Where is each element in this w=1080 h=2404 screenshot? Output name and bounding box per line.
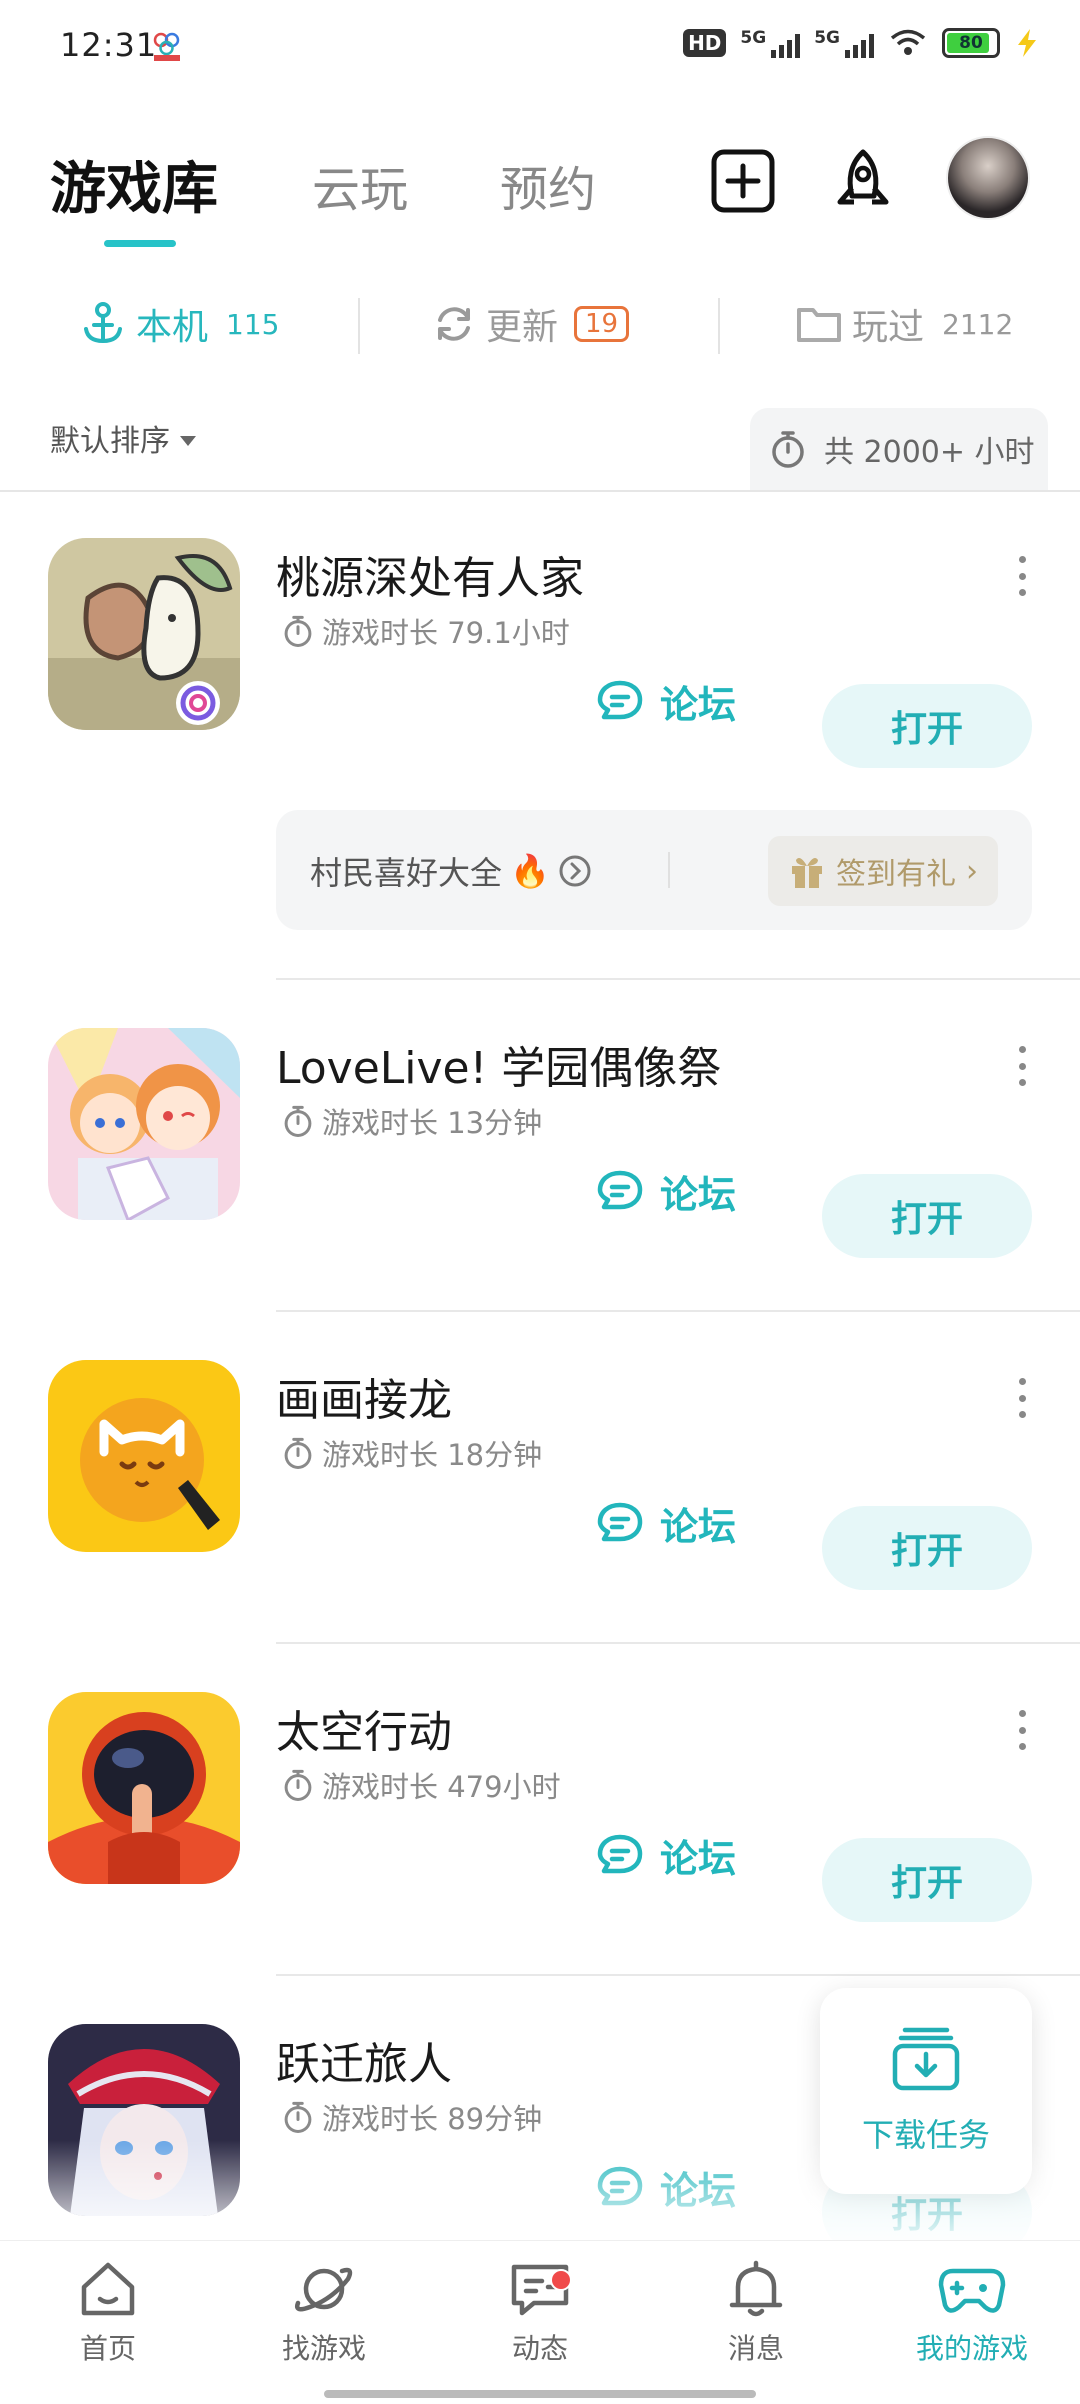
chat-bubble-icon	[597, 1502, 643, 1541]
top-tabs: 游戏库 云玩 预约	[0, 130, 1080, 250]
divider	[358, 298, 360, 354]
tab-cloud-play[interactable]: 云玩	[312, 150, 408, 220]
game-title[interactable]: 桃源深处有人家	[276, 542, 584, 606]
open-button[interactable]: 打开	[822, 1506, 1032, 1590]
game-title[interactable]: LoveLive! 学园偶像祭	[276, 1032, 721, 1096]
forum-button[interactable]: 论坛	[596, 1164, 736, 1219]
divider	[276, 1642, 1080, 1644]
fire-icon: 🔥	[510, 852, 550, 890]
status-time: 12:31	[60, 26, 158, 64]
battery-icon: 80	[942, 28, 1000, 58]
chat-bubble-icon	[597, 1170, 643, 1209]
open-button[interactable]: 打开	[822, 684, 1032, 768]
home-indicator[interactable]	[324, 2390, 756, 2398]
add-icon[interactable]	[710, 148, 776, 214]
checkin-gift-button[interactable]: 签到有礼 ›	[768, 836, 998, 906]
avatar[interactable]	[946, 136, 1030, 220]
folder-icon	[797, 308, 841, 342]
signal-icon: 5G	[814, 28, 874, 58]
divider	[276, 978, 1080, 980]
game-icon-lovelive[interactable]	[48, 1028, 240, 1220]
nav-home[interactable]: 首页	[38, 2259, 178, 2367]
gamepad-icon	[938, 2268, 1006, 2313]
game-playtime: 游戏时长 479小时	[282, 1764, 561, 1806]
stopwatch-icon	[772, 431, 804, 468]
gift-icon	[792, 858, 822, 888]
sort-row: 默认排序 共 2000+ 小时	[0, 400, 1080, 490]
subtab-updates[interactable]: 更新 19	[432, 298, 630, 350]
game-playtime: 游戏时长 18分钟	[282, 1432, 542, 1474]
hd-icon: HD	[683, 29, 727, 57]
forum-button[interactable]: 论坛	[596, 674, 736, 729]
game-playtime: 游戏时长 13分钟	[282, 1100, 542, 1142]
tab-game-library[interactable]: 游戏库	[50, 144, 218, 225]
more-options-icon[interactable]	[1010, 1378, 1034, 1418]
more-options-icon[interactable]	[1010, 1046, 1034, 1086]
chat-bubble-icon	[597, 680, 643, 719]
open-button[interactable]: 打开	[822, 1174, 1032, 1258]
home-icon	[81, 2262, 135, 2316]
divider	[276, 1974, 1080, 1976]
notification-dot	[550, 2269, 572, 2291]
download-tray-icon	[892, 2027, 960, 2091]
subtab-played[interactable]: 玩过 2112	[796, 298, 1013, 350]
forum-button[interactable]: 论坛	[596, 1828, 736, 1883]
divider	[718, 298, 720, 354]
planet-icon	[295, 2267, 353, 2312]
game-playtime: 游戏时长 79.1小时	[282, 610, 570, 652]
chevron-right-circle-icon	[559, 855, 591, 887]
promo-link[interactable]: 村民喜好大全 🔥	[310, 848, 592, 894]
game-icon-space-action[interactable]	[48, 1692, 240, 1884]
sort-dropdown[interactable]: 默认排序	[50, 416, 196, 460]
stopwatch-icon	[284, 1105, 312, 1137]
divider	[668, 852, 670, 888]
subtab-local[interactable]: 本机 115	[80, 298, 279, 350]
stopwatch-icon	[284, 1769, 312, 1801]
more-options-icon[interactable]	[1010, 1710, 1034, 1750]
stopwatch-icon	[284, 615, 312, 647]
stopwatch-icon	[284, 2101, 312, 2133]
chat-bubble-icon	[597, 1834, 643, 1873]
refresh-icon	[438, 307, 470, 341]
open-button[interactable]: 打开	[822, 1838, 1032, 1922]
status-indicators: HD 5G 5G 80	[683, 28, 1040, 58]
active-tab-indicator	[104, 240, 176, 247]
divider	[276, 1310, 1080, 1312]
forum-button[interactable]: 论坛	[596, 1496, 736, 1551]
bell-icon	[729, 2260, 783, 2317]
game-title[interactable]: 太空行动	[276, 1696, 452, 1760]
cloud-app-icon	[153, 32, 180, 61]
promo-banner[interactable]: 村民喜好大全 🔥 签到有礼 ›	[276, 810, 1032, 930]
game-playtime: 游戏时长 89分钟	[282, 2096, 542, 2138]
bottom-nav: 首页 找游戏 动态 消息 我的游戏	[0, 2240, 1080, 2404]
divider	[0, 490, 1080, 492]
game-icon-taoyuan[interactable]	[48, 538, 240, 730]
status-bar: 12:31 HD 5G 5G 80	[0, 0, 1080, 96]
rocket-icon[interactable]	[830, 148, 896, 214]
game-title[interactable]: 跃迁旅人	[276, 2028, 452, 2092]
wifi-icon	[890, 29, 926, 55]
nav-find-games[interactable]: 找游戏	[254, 2259, 394, 2367]
nav-my-games[interactable]: 我的游戏	[902, 2259, 1042, 2367]
tab-reservation[interactable]: 预约	[500, 150, 596, 220]
nav-messages[interactable]: 消息	[686, 2259, 826, 2367]
nav-feed[interactable]: 动态	[470, 2259, 610, 2367]
sub-tabs: 本机 115 更新 19 玩过 2112	[0, 286, 1080, 366]
update-count-badge: 19	[574, 306, 630, 342]
signal-icon: 5G	[740, 28, 801, 58]
bottom-fade	[0, 2140, 1080, 2240]
caret-down-icon	[180, 436, 196, 446]
total-playtime-chip: 共 2000+ 小时	[750, 408, 1048, 490]
game-icon-huahua[interactable]	[48, 1360, 240, 1552]
more-options-icon[interactable]	[1010, 556, 1034, 596]
chevron-right-icon: ›	[966, 853, 978, 889]
game-title[interactable]: 画画接龙	[276, 1364, 452, 1428]
anchor-icon	[84, 302, 122, 344]
stopwatch-icon	[284, 1437, 312, 1469]
charging-icon	[1018, 29, 1036, 57]
